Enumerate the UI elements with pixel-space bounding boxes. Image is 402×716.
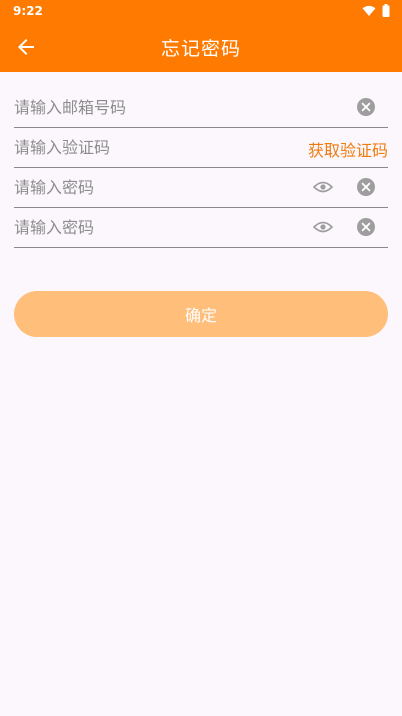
status-time: 9:22	[13, 4, 43, 18]
code-field-row: 获取验证码	[14, 127, 388, 168]
eye-icon[interactable]	[313, 219, 333, 235]
email-field-row	[14, 87, 388, 128]
wifi-icon	[362, 5, 376, 16]
get-code-button[interactable]: 获取验证码	[308, 137, 388, 161]
password-field-row	[14, 167, 388, 208]
battery-icon	[382, 4, 390, 17]
page-title: 忘记密码	[160, 38, 241, 60]
confirm-button[interactable]: 确定	[14, 291, 388, 337]
eye-icon[interactable]	[313, 179, 333, 195]
verification-code-input[interactable]	[14, 127, 294, 167]
confirm-password-field-row	[14, 207, 388, 248]
clear-confirm-password-icon[interactable]	[357, 218, 375, 236]
confirm-password-input[interactable]	[14, 207, 294, 247]
email-input[interactable]	[14, 87, 294, 127]
app-bar: 忘记密码	[0, 22, 402, 72]
status-icons	[362, 4, 390, 17]
clear-password-icon[interactable]	[357, 178, 375, 196]
password-input[interactable]	[14, 167, 294, 207]
status-bar: 9:22	[0, 0, 402, 22]
clear-email-icon[interactable]	[357, 98, 375, 116]
